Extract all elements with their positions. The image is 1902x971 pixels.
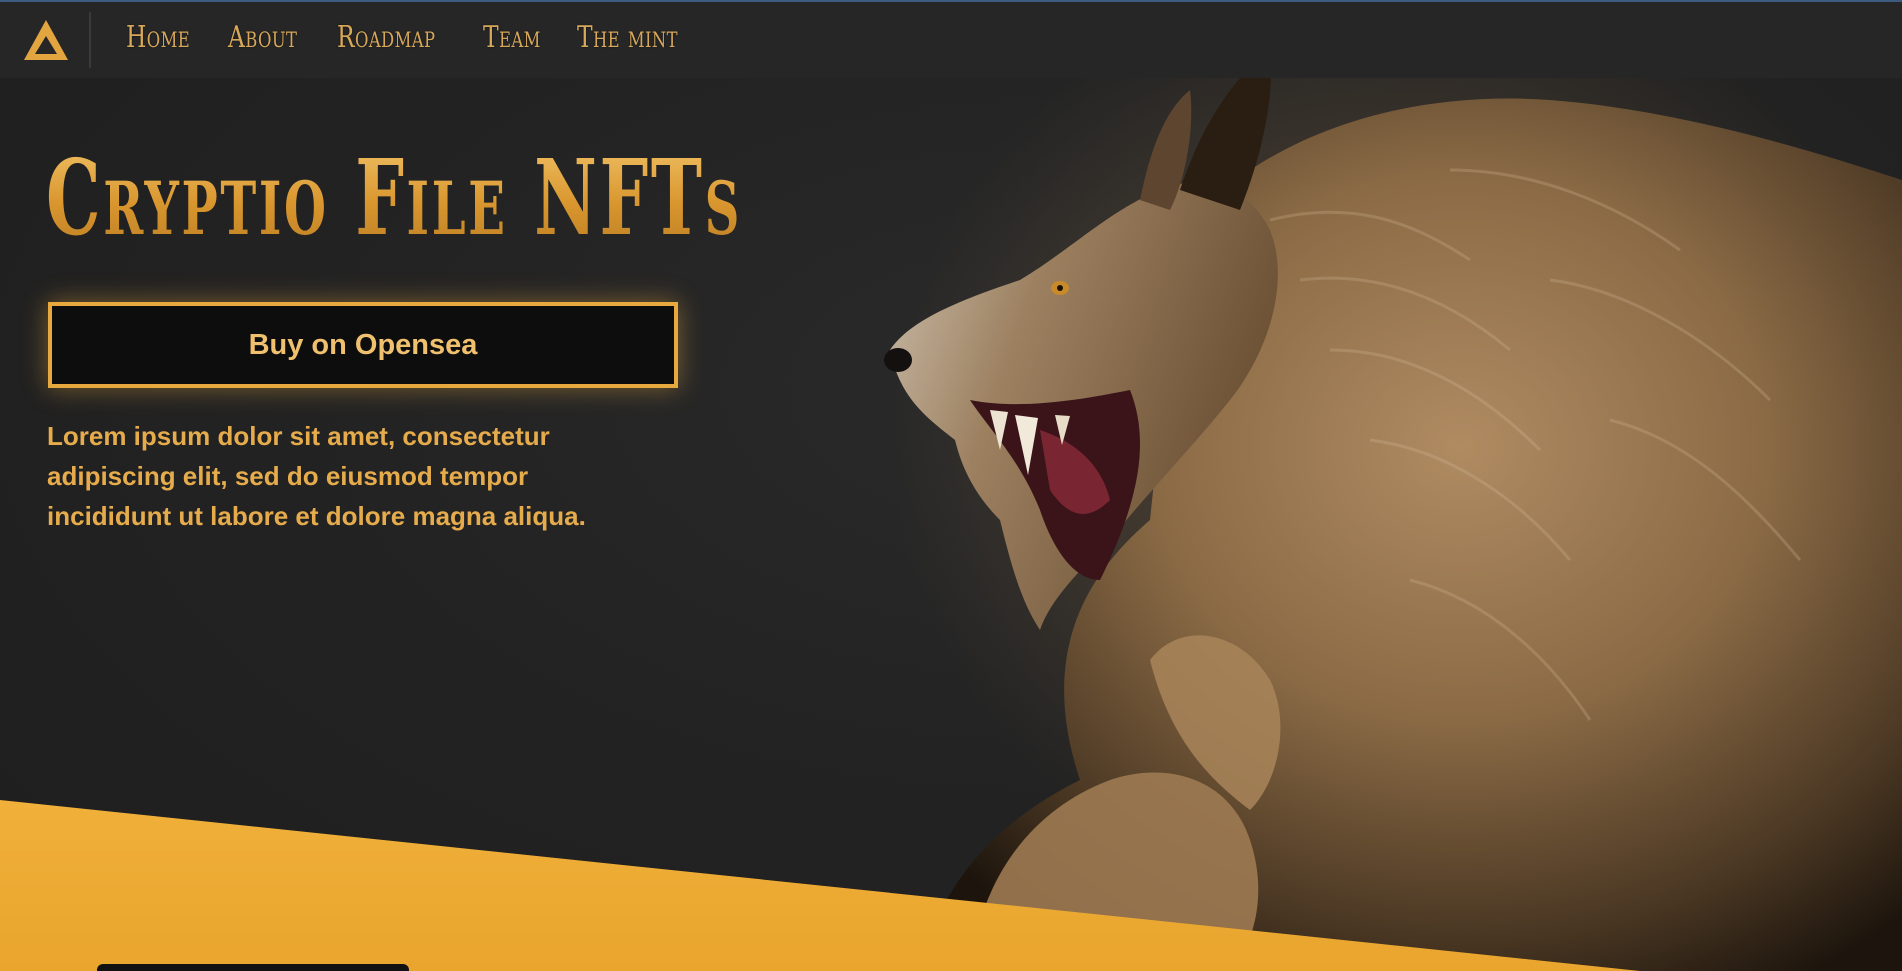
navbar: Home About Roadmap Team The mint [0,2,1902,78]
triangle-logo[interactable] [22,16,70,64]
nav-divider [89,12,91,68]
nav-link-about[interactable]: About [228,20,297,55]
buy-on-opensea-button[interactable]: Buy on Opensea [48,302,678,388]
page: Home About Roadmap Team The mint Cryptio… [0,0,1902,971]
hero-description: Lorem ipsum dolor sit amet, consectetur … [47,421,586,531]
werewolf-illustration [884,20,1902,971]
nav-link-team[interactable]: Team [483,20,541,55]
nav-link-roadmap[interactable]: Roadmap [337,20,435,55]
bottom-tab [97,964,409,971]
nav-links: Home About Roadmap Team The mint [126,20,691,55]
nav-link-the-mint[interactable]: The mint [577,20,678,55]
nav-link-home[interactable]: Home [126,20,190,55]
hero-title: Cryptio File NFTs [46,136,743,259]
